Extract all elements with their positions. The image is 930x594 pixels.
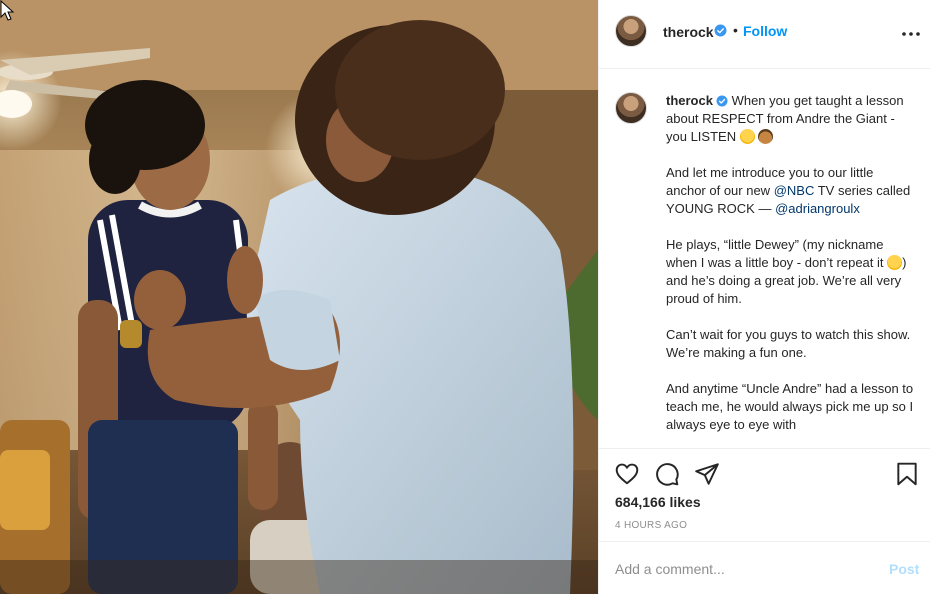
caption-area[interactable]: therock When you get taught a lesson abo…: [599, 70, 930, 448]
laughing-emoji-icon: [887, 255, 903, 270]
caption-username[interactable]: therock: [666, 93, 713, 108]
more-options-icon[interactable]: [899, 22, 923, 46]
verified-badge-icon: [716, 95, 728, 107]
post-actions: 684,166 likes 4 HOURS AGO: [599, 448, 930, 541]
caption-avatar[interactable]: [615, 92, 647, 124]
caption-paragraph-3: He plays, “little Dewey” (my nickname wh…: [666, 236, 916, 308]
comment-input[interactable]: [615, 558, 865, 580]
follow-button[interactable]: Follow: [743, 23, 787, 39]
paper-plane-icon[interactable]: [694, 461, 720, 487]
header-username[interactable]: therock: [663, 24, 714, 40]
post-comment-button[interactable]: Post: [889, 561, 919, 577]
caption-paragraph-4: Can’t wait for you guys to watch this sh…: [666, 327, 911, 360]
post-photo-scene: [0, 0, 598, 594]
avatar[interactable]: [615, 15, 647, 47]
caption-paragraph-1: therock When you get taught a lesson abo…: [666, 92, 916, 146]
caption-p3-text: He plays, “little Dewey” (my nickname wh…: [666, 237, 888, 270]
likes-count[interactable]: 684,166 likes: [615, 494, 701, 510]
mouse-cursor-icon: [0, 0, 14, 21]
laughing-emoji-icon: [739, 129, 755, 144]
mention-link-nbc[interactable]: @NBC: [774, 183, 815, 198]
mention-link-adriangroulx[interactable]: @adriangroulx: [775, 201, 860, 216]
comment-icon[interactable]: [654, 461, 680, 487]
caption-text: therock When you get taught a lesson abo…: [666, 92, 916, 448]
post-side-panel: therock • Follow therock When you get ta…: [598, 0, 930, 594]
caption-paragraph-5: And anytime “Uncle Andre” had a lesson t…: [666, 381, 914, 432]
caption-paragraph-2: And let me introduce you to our little a…: [666, 164, 916, 218]
separator-dot: •: [733, 22, 738, 38]
post-timestamp[interactable]: 4 HOURS AGO: [615, 520, 687, 531]
comment-bar: Post: [599, 541, 930, 594]
bookmark-icon[interactable]: [894, 461, 920, 487]
heart-icon[interactable]: [614, 461, 640, 487]
verified-badge-icon: [714, 24, 727, 37]
post-header: therock • Follow: [599, 0, 930, 69]
boy-emoji-icon: [758, 129, 774, 144]
post-image[interactable]: [0, 0, 598, 594]
